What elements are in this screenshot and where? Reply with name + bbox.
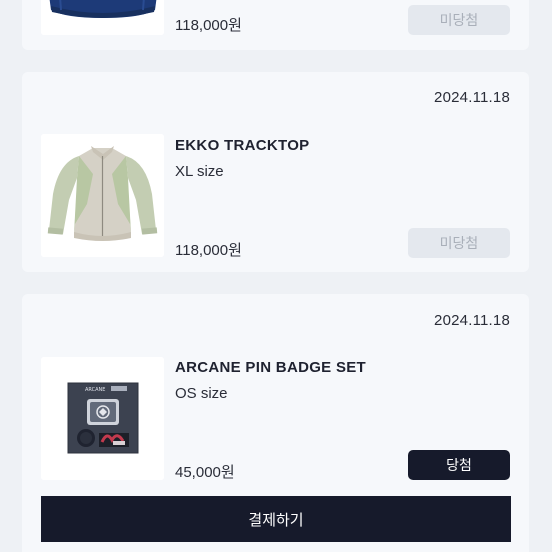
- product-title: EKKO TRACKTOP: [175, 137, 310, 154]
- product-thumbnail[interactable]: [41, 134, 164, 257]
- navy-jacket-image: [41, 0, 164, 35]
- order-date: 2024.11.18: [434, 89, 510, 106]
- product-price: 118,000원: [175, 17, 242, 34]
- pay-button[interactable]: 결제하기: [41, 496, 511, 542]
- product-size: OS size: [175, 385, 228, 402]
- badge-set-logo-text: ARCANE: [85, 387, 105, 393]
- pin-badge-set-image: ARCANE: [41, 357, 164, 480]
- status-button-won[interactable]: 당첨: [408, 450, 510, 480]
- product-thumbnail[interactable]: ARCANE: [41, 357, 164, 480]
- status-button-lost: 미당첨: [408, 228, 510, 258]
- product-size: XL size: [175, 163, 224, 180]
- product-title: ARCANE PIN BADGE SET: [175, 359, 367, 376]
- order-card: 118,000원 미당첨: [22, 0, 529, 50]
- tracktop-jacket-image: [41, 134, 164, 257]
- product-thumbnail[interactable]: [41, 0, 164, 35]
- product-price: 118,000원: [175, 242, 242, 259]
- order-date: 2024.11.18: [434, 312, 510, 329]
- status-button-lost: 미당첨: [408, 5, 510, 35]
- product-price: 45,000원: [175, 464, 235, 481]
- order-card: 2024.11.18 ARCANE ARCANE PIN BADGE SET O…: [22, 294, 529, 552]
- order-card: 2024.11.18 EKKO TRACKTOP XL size 118,000…: [22, 72, 529, 272]
